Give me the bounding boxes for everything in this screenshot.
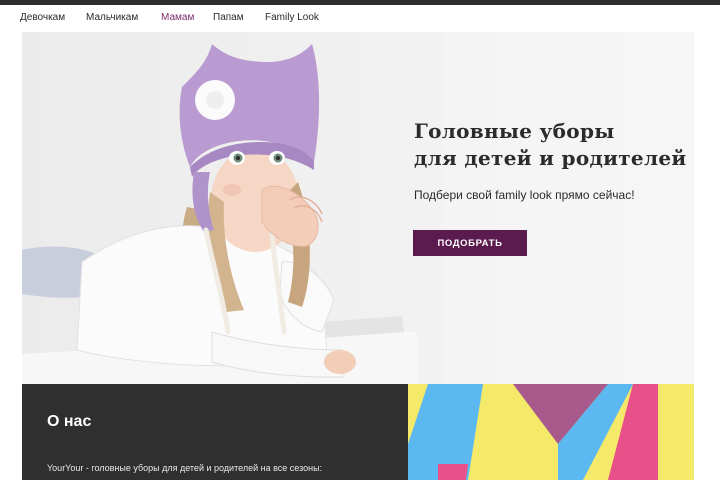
choose-button[interactable]: ПОДОБРАТЬ bbox=[413, 230, 527, 256]
nav-item-family-look[interactable]: Family Look bbox=[265, 12, 319, 23]
decorative-pattern bbox=[408, 384, 694, 480]
nav-item-girls[interactable]: Девочкам bbox=[20, 12, 65, 23]
hero-banner: Головные уборы для детей и родителей Под… bbox=[22, 32, 694, 384]
about-section: О нас YourYour - головные уборы для дете… bbox=[22, 384, 408, 480]
main-nav: Девочкам Мальчикам Мамам Папам Family Lo… bbox=[0, 5, 720, 32]
hero-title-line-2: для детей и родителей bbox=[414, 146, 687, 170]
about-text: YourYour - головные уборы для детей и ро… bbox=[47, 463, 323, 473]
about-title: О нас bbox=[47, 413, 92, 430]
nav-item-boys[interactable]: Мальчикам bbox=[86, 12, 138, 23]
hero-title-line-1: Головные уборы bbox=[414, 119, 615, 143]
hero-subtitle: Подбери свой family look прямо сейчас! bbox=[414, 188, 635, 202]
hero-title: Головные уборы для детей и родителей bbox=[414, 118, 687, 172]
nav-item-moms[interactable]: Мамам bbox=[161, 12, 194, 23]
nav-item-dads[interactable]: Папам bbox=[213, 12, 244, 23]
hero-photo bbox=[22, 32, 442, 384]
